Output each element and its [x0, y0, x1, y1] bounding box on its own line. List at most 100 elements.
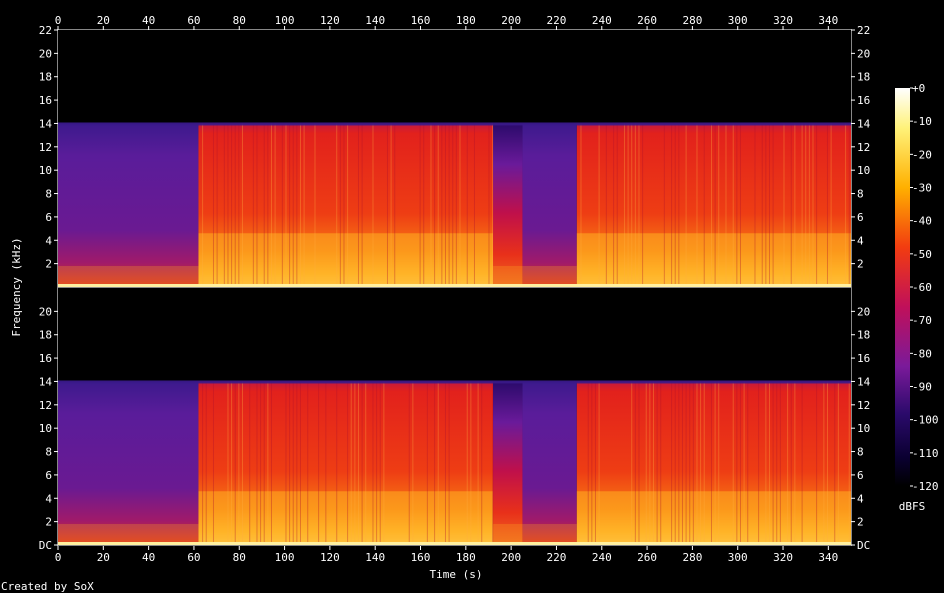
x-tick-label: 200: [501, 14, 521, 27]
texture-streak: [736, 381, 738, 545]
texture-streak: [605, 123, 607, 287]
x-tick-label: 120: [320, 551, 340, 564]
texture-streak: [452, 123, 454, 287]
texture-streak: [256, 381, 258, 545]
texture-streak: [812, 123, 814, 287]
texture-streak: [638, 381, 640, 545]
dc-baseline: [58, 284, 851, 287]
y-tick-label: 22: [39, 24, 52, 37]
texture-streak: [794, 123, 796, 287]
texture-streak: [379, 381, 381, 545]
y-tick-label: 8: [45, 446, 52, 459]
texture-streak: [848, 381, 850, 545]
texture-streak: [598, 381, 600, 545]
y-tick-label: 4: [857, 234, 864, 247]
y-tick-label: 18: [39, 329, 52, 342]
y-tick-label: 6: [45, 469, 52, 482]
texture-streak: [241, 123, 243, 287]
texture-streak: [649, 381, 651, 545]
texture-streak: [801, 123, 803, 287]
texture-streak: [761, 123, 763, 287]
texture-streak: [318, 381, 320, 545]
texture-streak: [437, 381, 439, 545]
y-tick-label: 18: [857, 329, 870, 342]
y-tick-label: 12: [857, 141, 870, 154]
texture-streak: [448, 381, 450, 545]
x-tick-label: 160: [411, 551, 431, 564]
y-tick-label: 8: [857, 188, 864, 201]
y-tick-label: 20: [857, 305, 870, 318]
x-tick-label: 140: [365, 14, 385, 27]
texture-streak: [372, 381, 374, 545]
texture-streak: [466, 123, 468, 287]
texture-streak: [473, 123, 475, 287]
y-tick-label: 16: [39, 94, 52, 107]
texture-streak: [289, 123, 291, 287]
texture-streak: [671, 123, 673, 287]
texture-streak: [492, 123, 494, 287]
texture-streak: [361, 123, 363, 287]
texture-streak: [481, 381, 483, 545]
texture-streak: [303, 123, 305, 287]
texture-streak: [652, 381, 654, 545]
y-tick-label: 6: [45, 211, 52, 224]
texture-streak: [354, 381, 356, 545]
y-tick-label: DC: [857, 539, 870, 552]
texture-streak: [689, 381, 691, 545]
texture-streak: [365, 381, 367, 545]
texture-streak: [616, 123, 618, 287]
texture-streak: [390, 123, 392, 287]
texture-streak: [357, 381, 359, 545]
x-tick-label: 140: [365, 551, 385, 564]
texture-streak: [681, 381, 683, 545]
texture-streak: [227, 381, 229, 545]
texture-streak: [631, 381, 633, 545]
texture-streak: [591, 381, 593, 545]
texture-streak: [580, 123, 582, 287]
y-tick-label: 16: [39, 352, 52, 365]
texture-streak: [292, 123, 294, 287]
texture-streak: [703, 123, 705, 287]
texture-streak: [260, 381, 262, 545]
texture-streak: [656, 381, 658, 545]
texture-streak: [801, 381, 803, 545]
texture-streak: [638, 123, 640, 287]
x-tick-label: 160: [411, 14, 431, 27]
x-tick-label: 0: [55, 551, 62, 564]
texture-streak: [267, 123, 269, 287]
y-tick-label: 18: [857, 71, 870, 84]
texture-streak: [470, 381, 472, 545]
texture-streak: [598, 123, 600, 287]
texture-streak: [357, 123, 359, 287]
y-tick-label: 8: [45, 188, 52, 201]
texture-streak: [492, 381, 494, 545]
segment-quiet-3: [522, 381, 577, 545]
texture-streak: [281, 123, 283, 287]
texture-streak: [274, 123, 276, 287]
texture-streak: [444, 123, 446, 287]
texture-streak: [787, 381, 789, 545]
x-tick-label: 220: [547, 14, 567, 27]
texture-streak: [448, 123, 450, 287]
x-tick-label: 340: [818, 551, 838, 564]
texture-streak: [790, 123, 792, 287]
texture-streak: [634, 381, 636, 545]
texture-streak: [241, 381, 243, 545]
spectrogram-panel-channel-1: [58, 30, 851, 287]
texture-streak: [347, 381, 349, 545]
y-tick-label: 14: [857, 375, 871, 388]
x-tick-label: 100: [275, 14, 295, 27]
texture-streak: [623, 123, 625, 287]
texture-streak: [663, 123, 665, 287]
texture-streak: [227, 123, 229, 287]
low-band-3: [522, 265, 577, 287]
y-tick-label: 12: [857, 399, 870, 412]
texture-streak: [372, 123, 374, 287]
texture-streak: [441, 123, 443, 287]
texture-streak: [808, 123, 810, 287]
segment-quiet-0: [58, 123, 199, 287]
x-tick-label: 300: [728, 551, 748, 564]
y-tick-label: 8: [857, 446, 864, 459]
texture-streak: [710, 381, 712, 545]
texture-streak: [296, 381, 298, 545]
